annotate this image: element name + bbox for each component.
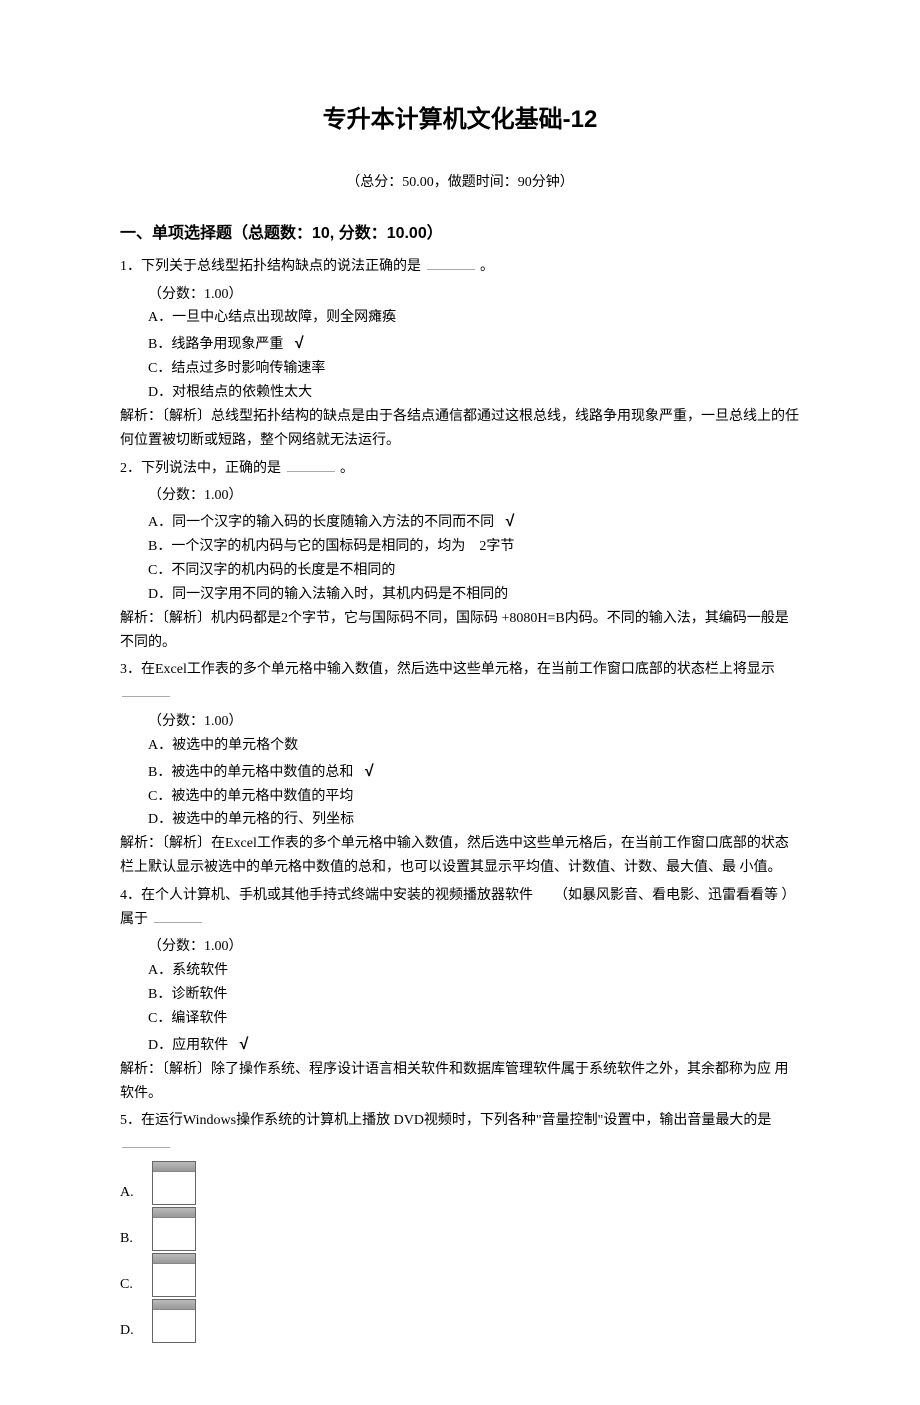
q3-stem: 3．在Excel工作表的多个单元格中输入数值，然后选中这些单元格，在当前工作窗口… (120, 658, 800, 706)
q3-score: （分数：1.00） (120, 710, 800, 734)
q3-opt-d: D．被选中的单元格的行、列坐标 (120, 808, 800, 832)
q1-opt-c: C．结点过多时影响传输速率 (120, 357, 800, 381)
q4-score: （分数：1.00） (120, 935, 800, 959)
q1-explanation: 解析：〔解析〕总线型拓扑结构的缺点是由于各结点通信都通过这根总线，线路争用现象严… (120, 405, 800, 453)
check-icon: √ (498, 513, 515, 530)
q2-opt-c: C．不同汉字的机内码的长度是不相同的 (120, 559, 800, 583)
q1-opt-b-text: B．线路争用现象严重 (148, 337, 283, 352)
q4-opt-d-text: D．应用软件 (148, 1038, 228, 1053)
q5-opt-a-letter: A. (120, 1181, 146, 1205)
q4-stem: 4．在个人计算机、手机或其他手持式终端中安装的视频播放器软件 （如暴风影音、看电… (120, 884, 800, 932)
check-icon: √ (287, 335, 304, 352)
section-heading: 一、单项选择题（总题数：10, 分数：10.00） (120, 220, 800, 247)
q4-opt-d: D．应用软件 √ (120, 1031, 800, 1058)
q2-opt-a: A．同一个汉字的输入码的长度随输入方法的不同而不同 √ (120, 508, 800, 535)
q5-stem-text: 5．在运行Windows操作系统的计算机上播放 DVD视频时，下列各种"音量控制… (120, 1113, 771, 1128)
q2-explanation: 解析：〔解析〕机内码都是2个字节，它与国际码不同，国际码 +8080H=B内码。… (120, 607, 800, 655)
blank (122, 1135, 170, 1149)
q5-opt-d-letter: D. (120, 1319, 146, 1343)
blank (427, 256, 475, 270)
check-icon: √ (357, 763, 374, 780)
q5-opt-c-letter: C. (120, 1273, 146, 1297)
q1-stem: 1．下列关于总线型拓扑结构缺点的说法正确的是 。 (120, 255, 800, 279)
q3-opt-c: C．被选中的单元格中数值的平均 (120, 785, 800, 809)
blank (287, 458, 335, 472)
q4-stem-text: 4．在个人计算机、手机或其他手持式终端中安装的视频播放器软件 （如暴风影音、看电… (120, 888, 796, 927)
q4-opt-a: A．系统软件 (120, 959, 800, 983)
q5-opt-b-letter: B. (120, 1227, 146, 1251)
q3-explanation: 解析：〔解析〕在Excel工作表的多个单元格中输入数值，然后选中这些单元格后，在… (120, 832, 800, 880)
q4-opt-c: C．编译软件 (120, 1007, 800, 1031)
blank (122, 684, 170, 698)
q3-opt-a: A．被选中的单元格个数 (120, 734, 800, 758)
q3-stem-text: 3．在Excel工作表的多个单元格中输入数值，然后选中这些单元格，在当前工作窗口… (120, 662, 775, 677)
volume-image-icon (152, 1299, 196, 1343)
exam-meta: （总分：50.00，做题时间：90分钟） (120, 171, 800, 195)
volume-image-icon (152, 1207, 196, 1251)
q3-opt-b: B．被选中的单元格中数值的总和 √ (120, 758, 800, 785)
q5-opt-a: A. (120, 1161, 800, 1205)
q1-stem-suffix: 。 (480, 259, 494, 274)
volume-image-icon (152, 1253, 196, 1297)
q2-stem-text: 2．下列说法中，正确的是 (120, 461, 281, 476)
page-title: 专升本计算机文化基础-12 (120, 100, 800, 141)
volume-image-icon (152, 1161, 196, 1205)
q5-stem: 5．在运行Windows操作系统的计算机上播放 DVD视频时，下列各种"音量控制… (120, 1109, 800, 1157)
q2-score: （分数：1.00） (120, 484, 800, 508)
q5-opt-b: B. (120, 1207, 800, 1251)
check-icon: √ (232, 1036, 249, 1053)
q1-score: （分数：1.00） (120, 283, 800, 307)
q1-opt-a: A．一旦中心结点出现故障，则全网瘫痪 (120, 306, 800, 330)
q2-stem: 2．下列说法中，正确的是 。 (120, 457, 800, 481)
q1-stem-text: 1．下列关于总线型拓扑结构缺点的说法正确的是 (120, 259, 421, 274)
q2-opt-d: D．同一汉字用不同的输入法输入时，其机内码是不相同的 (120, 583, 800, 607)
q2-opt-b: B．一个汉字的机内码与它的国标码是相同的，均为 2字节 (120, 535, 800, 559)
q3-opt-b-text: B．被选中的单元格中数值的总和 (148, 765, 353, 780)
q4-opt-b: B．诊断软件 (120, 983, 800, 1007)
q1-opt-b: B．线路争用现象严重 √ (120, 330, 800, 357)
q2-opt-a-text: A．同一个汉字的输入码的长度随输入方法的不同而不同 (148, 515, 494, 530)
q5-opt-c: C. (120, 1253, 800, 1297)
q5-opt-d: D. (120, 1299, 800, 1343)
q2-stem-suffix: 。 (340, 461, 354, 476)
q1-opt-d: D．对根结点的依赖性太大 (120, 381, 800, 405)
q4-explanation: 解析：〔解析〕除了操作系统、程序设计语言相关软件和数据库管理软件属于系统软件之外… (120, 1058, 800, 1106)
blank (154, 909, 202, 923)
